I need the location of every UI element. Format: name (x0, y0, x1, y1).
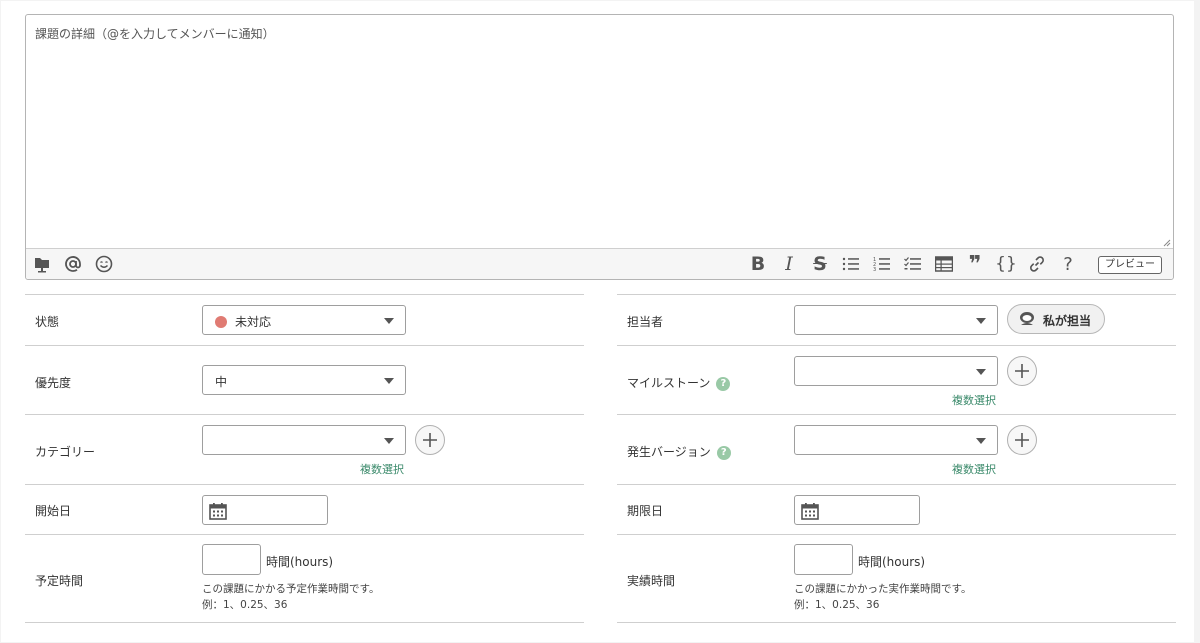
category-multi-select-link[interactable]: 複数選択 (360, 461, 404, 477)
bullet-list-icon[interactable] (840, 254, 862, 274)
checklist-icon[interactable] (902, 254, 924, 274)
version-label: 発生バージョン (627, 445, 711, 459)
assign-me-button[interactable]: 私が担当 (1007, 304, 1105, 334)
estimated-hours-label: 予定時間 (35, 574, 84, 588)
milestone-label: マイルストーン (627, 376, 711, 390)
actual-hours-note: この課題にかかった実作業時間です。 (794, 583, 972, 595)
version-row: 発生バージョン? 複数選択 (617, 414, 1176, 484)
calendar-icon[interactable] (208, 501, 228, 521)
actual-hours-unit: 時間(hours) (858, 555, 926, 569)
status-select[interactable]: 未対応 (202, 305, 406, 335)
estimated-hours-note: この課題にかかる予定作業時間です。 (202, 583, 380, 595)
assign-me-label: 私が担当 (1043, 314, 1092, 328)
start-date-row: 開始日 (25, 484, 584, 534)
calendar-icon[interactable] (800, 501, 820, 521)
start-date-input[interactable] (233, 499, 325, 523)
editor-toolbar: B I S 123 ❞ {} ? プレビュー (26, 248, 1173, 279)
estimated-hours-input[interactable] (202, 544, 261, 575)
add-version-button[interactable] (1007, 425, 1037, 455)
category-label: カテゴリー (35, 445, 96, 459)
resize-grip-icon[interactable] (1163, 239, 1171, 247)
quote-icon[interactable]: ❞ (964, 252, 986, 277)
issue-form-panel: B I S 123 ❞ {} ? プレビュー 状 (1, 1, 1194, 642)
start-date-field[interactable] (202, 495, 328, 525)
chevron-down-icon (384, 438, 394, 444)
priority-value: 中 (215, 375, 228, 389)
estimated-hours-unit: 時間(hours) (266, 555, 334, 569)
chevron-down-icon (976, 369, 986, 375)
svg-text:3: 3 (873, 267, 876, 272)
help-icon[interactable]: ? (1057, 254, 1079, 275)
actual-hours-row: 実績時間 時間(hours) この課題にかかった実作業時間です。 例：1、0.2… (617, 534, 1176, 623)
bold-icon[interactable]: B (747, 253, 769, 275)
actual-hours-input[interactable] (794, 544, 853, 575)
status-row: 状態 未対応 (25, 294, 584, 345)
milestone-label-wrap: マイルストーン? (627, 374, 731, 391)
priority-select[interactable]: 中 (202, 365, 406, 395)
assignee-label: 担当者 (627, 315, 664, 329)
priority-row: 優先度 中 (25, 345, 584, 414)
version-multi-select-link[interactable]: 複数選択 (952, 461, 996, 477)
folder-upload-icon[interactable] (31, 254, 53, 274)
milestone-row: マイルストーン? 複数選択 (617, 345, 1176, 414)
assignee-row: 担当者 私が担当 (617, 294, 1176, 345)
add-category-button[interactable] (415, 425, 445, 455)
italic-icon[interactable]: I (778, 253, 800, 275)
at-sign-icon[interactable] (62, 254, 84, 274)
category-select[interactable] (202, 425, 406, 455)
status-color-dot (215, 316, 227, 328)
code-icon[interactable]: {} (995, 254, 1017, 274)
numbered-list-icon[interactable]: 123 (871, 254, 893, 274)
due-date-field[interactable] (794, 495, 920, 525)
status-label: 状態 (35, 315, 60, 329)
chevron-down-icon (384, 318, 394, 324)
status-value: 未対応 (235, 315, 272, 329)
estimated-hours-example: 例：1、0.25、36 (202, 599, 288, 611)
chevron-down-icon (384, 378, 394, 384)
chevron-down-icon (976, 438, 986, 444)
estimated-hours-row: 予定時間 時間(hours) この課題にかかる予定作業時間です。 例：1、0.2… (25, 534, 584, 623)
emoji-icon[interactable] (93, 254, 115, 274)
add-milestone-button[interactable] (1007, 356, 1037, 386)
priority-label: 優先度 (35, 376, 72, 390)
strikethrough-icon[interactable]: S (809, 253, 831, 275)
due-date-label: 期限日 (627, 504, 664, 518)
plus-icon (423, 433, 437, 447)
chevron-down-icon (976, 318, 986, 324)
plus-icon (1015, 364, 1029, 378)
question-icon[interactable]: ? (716, 376, 731, 391)
user-icon (1020, 312, 1034, 325)
milestone-multi-select-link[interactable]: 複数選択 (952, 392, 996, 408)
actual-hours-example: 例：1、0.25、36 (794, 599, 880, 611)
question-icon[interactable]: ? (716, 445, 731, 460)
start-date-label: 開始日 (35, 504, 72, 518)
preview-button[interactable]: プレビュー (1098, 256, 1162, 274)
table-icon[interactable] (933, 254, 955, 274)
actual-hours-label: 実績時間 (627, 574, 676, 588)
description-editor: B I S 123 ❞ {} ? プレビュー (25, 14, 1174, 280)
version-select[interactable] (794, 425, 998, 455)
assignee-select[interactable] (794, 305, 998, 335)
category-row: カテゴリー 複数選択 (25, 414, 584, 484)
due-date-input[interactable] (825, 499, 917, 523)
milestone-select[interactable] (794, 356, 998, 386)
version-label-wrap: 発生バージョン? (627, 443, 731, 460)
link-icon[interactable] (1026, 254, 1048, 274)
plus-icon (1015, 433, 1029, 447)
due-date-row: 期限日 (617, 484, 1176, 534)
description-textarea[interactable] (26, 15, 1173, 249)
